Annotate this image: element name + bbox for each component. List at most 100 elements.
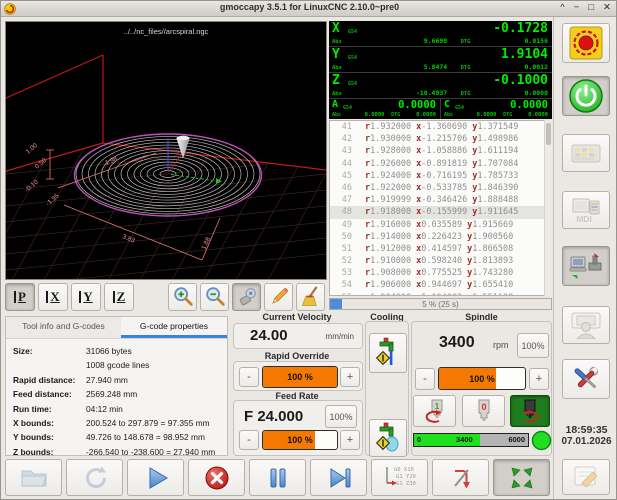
abs-value: 5.8474 xyxy=(424,63,447,71)
rapid-minus-button[interactable]: - xyxy=(239,367,259,387)
gcode-line[interactable]: 47 r 1.919999 x -0.346426 y 1.888488 xyxy=(330,194,551,206)
gcode-line[interactable]: 44 r 1.926000 x -0.891819 y 1.707084 xyxy=(330,158,551,170)
rapid-override-bar[interactable]: 100 % xyxy=(262,366,338,388)
view-z-button[interactable]: Z xyxy=(104,283,134,311)
gcode-line[interactable]: 41 r 1.932000 x -1.360690 y 1.371549 xyxy=(330,121,551,133)
axis-position: 1.9104 xyxy=(501,47,548,62)
spindle-rpm-value: 3400 xyxy=(439,334,475,352)
run-button[interactable] xyxy=(127,459,184,496)
feed-plus-button[interactable]: + xyxy=(340,430,360,450)
view-perspective-button[interactable]: P xyxy=(5,283,35,311)
abs-value: 0.0000 xyxy=(365,112,385,118)
title-bar[interactable]: gmoccapy 3.5.1 for LinuxCNC 2.10.0~pre0 … xyxy=(1,1,617,17)
dro-axis-row[interactable]: Y G54 1.9104 Abs 5.8474 DTG 0.0012 xyxy=(329,47,552,72)
step-button[interactable] xyxy=(310,459,367,496)
run-from-line-button[interactable]: G0 X10 G1 Y20 G1 Z30 xyxy=(371,459,428,496)
pause-button[interactable] xyxy=(249,459,306,496)
zoom-out-button[interactable] xyxy=(200,283,229,311)
dtg-value: 0.0156 xyxy=(525,37,548,45)
sidebar: MDI xyxy=(553,17,617,500)
gcode-line[interactable]: 55 r 1.904000 x 1.104083 y 1.551198 xyxy=(330,292,551,296)
gcode-line-number: 54 xyxy=(330,279,352,291)
mist-coolant-button[interactable] xyxy=(369,419,407,457)
gcode-line[interactable]: 43 r 1.928000 x -1.058886 y 1.611194 xyxy=(330,145,551,157)
dro-axis-row[interactable]: C G54 0.0000 Abs 0.0000 DTG 0.0000 xyxy=(441,99,552,119)
property-label: Feed distance: xyxy=(8,387,86,401)
property-value: -266.540 to -238.600 = 27.940 mm xyxy=(86,445,215,459)
setup-mode-button[interactable] xyxy=(562,306,610,344)
zoom-out-icon xyxy=(203,285,227,309)
spindle-plus-button[interactable]: + xyxy=(529,368,549,390)
rapid-plus-button[interactable]: + xyxy=(340,367,360,387)
gcode-line[interactable]: 54 r 1.906000 x 0.944697 y 1.655410 xyxy=(330,279,551,291)
gcode-scrollbar[interactable] xyxy=(544,120,552,296)
emergency-stop-button[interactable] xyxy=(562,23,610,63)
rapid-override-value: 100 % xyxy=(287,372,313,382)
tool-view-toggle-button[interactable] xyxy=(232,283,261,311)
gcode-line[interactable]: 52 r 1.910000 x 0.598240 y 1.813893 xyxy=(330,255,551,267)
open-folder-icon xyxy=(19,464,49,492)
gcode-line[interactable]: 42 r 1.930000 x -1.215706 y 1.498986 xyxy=(330,133,551,145)
clear-plot-button[interactable] xyxy=(296,283,325,311)
dtg-label: DTG xyxy=(461,65,471,71)
keyboard-icon xyxy=(571,141,601,165)
axis-letter: Z xyxy=(332,73,340,88)
feed-override-bar[interactable]: 100 % xyxy=(262,430,338,450)
flood-coolant-button[interactable] xyxy=(369,333,407,373)
gcode-line-number: 53 xyxy=(330,267,352,279)
reload-file-button[interactable] xyxy=(66,459,123,496)
skip-optional-blocks-button[interactable] xyxy=(432,459,489,496)
scale-max: 6000 xyxy=(508,434,525,446)
maximize-button[interactable]: □ xyxy=(588,2,595,13)
stop-button[interactable] xyxy=(188,459,245,496)
gcode-line[interactable]: 50 r 1.914000 x 0.226423 y 1.900560 xyxy=(330,231,551,243)
view-axis-tick xyxy=(14,291,16,303)
manual-mode-button[interactable] xyxy=(562,134,610,172)
gcode-line[interactable]: 49 r 1.916000 x 0.035589 y 1.915669 xyxy=(330,219,551,231)
gcode-line-number: 48 xyxy=(330,206,352,218)
view-x-button[interactable]: X xyxy=(38,283,68,311)
machine-on-button[interactable] xyxy=(562,76,610,116)
gcode-line[interactable]: 53 r 1.908000 x 0.775525 y 1.743280 xyxy=(330,267,551,279)
open-file-button[interactable] xyxy=(5,459,62,496)
gcode-line[interactable]: 51 r 1.912000 x 0.414597 y 1.866508 xyxy=(330,243,551,255)
spindle-stop-button[interactable]: 0 xyxy=(462,395,505,427)
info-notebook: Tool info and G-codes G-code properties … xyxy=(5,316,228,456)
coordinate-system: G54 xyxy=(348,55,357,61)
auto-mode-button[interactable] xyxy=(562,246,610,286)
spindle-reset-button[interactable]: 100% xyxy=(517,333,549,358)
feed-minus-button[interactable]: - xyxy=(239,430,259,450)
shade-button[interactable]: ^ xyxy=(560,2,565,13)
gcode-line[interactable]: 45 r 1.924000 x -0.716195 y 1.785733 xyxy=(330,170,551,182)
settings-button[interactable] xyxy=(562,359,610,399)
minimize-button[interactable]: − xyxy=(574,2,581,13)
zoom-in-icon xyxy=(171,285,195,309)
gcode-line[interactable]: 46 r 1.922000 x -0.533785 y 1.846390 xyxy=(330,182,551,194)
abs-label: Abs xyxy=(444,112,453,118)
spindle-override-bar[interactable]: 100 % xyxy=(438,367,526,390)
rapid-override-title: Rapid Override xyxy=(231,351,363,361)
spindle-ccw-button[interactable]: 1 xyxy=(413,395,456,427)
rapid-override-box: - 100 % + xyxy=(233,361,363,391)
spindle-cw-button[interactable] xyxy=(510,395,550,427)
gremlin-preview[interactable]: 1.00 0.50 -0.10 -1.95 1.98 3.83 1.88 ../… xyxy=(5,21,327,280)
fullscreen-preview-button[interactable] xyxy=(493,459,550,496)
feed-reset-button[interactable]: 100% xyxy=(325,405,357,428)
zoom-in-button[interactable] xyxy=(168,283,197,311)
user-setup-icon xyxy=(570,311,602,339)
edit-gcode-button[interactable] xyxy=(562,459,610,495)
dimensions-toggle-button[interactable] xyxy=(264,283,293,311)
tab-gcode-properties[interactable]: G-code properties xyxy=(121,317,227,338)
gcode-line-number: 43 xyxy=(330,145,352,157)
scrollbar-thumb[interactable] xyxy=(546,123,551,145)
dro-axis-row[interactable]: X G54 -0.1728 Abs 9.6698 DTG 0.0156 xyxy=(329,21,552,46)
spindle-minus-button[interactable]: - xyxy=(415,368,435,390)
close-button[interactable]: ✕ xyxy=(603,2,612,13)
dro-axis-row[interactable]: A G54 0.0000 Abs 0.0000 DTG 0.0000 xyxy=(329,99,440,119)
gcode-view[interactable]: 41 r 1.932000 x -1.360690 y 1.371549 42 … xyxy=(329,120,552,296)
mdi-mode-button[interactable]: MDI xyxy=(562,191,610,229)
tab-tool-info[interactable]: Tool info and G-codes xyxy=(6,317,121,338)
dro-axis-row[interactable]: Z G54 -0.1000 Abs -10.4937 DTG 0.0000 xyxy=(329,73,552,98)
view-y-button[interactable]: Y xyxy=(71,283,101,311)
gcode-line[interactable]: 48 r 1.918000 x -0.155999 y 1.911645 xyxy=(330,206,551,218)
